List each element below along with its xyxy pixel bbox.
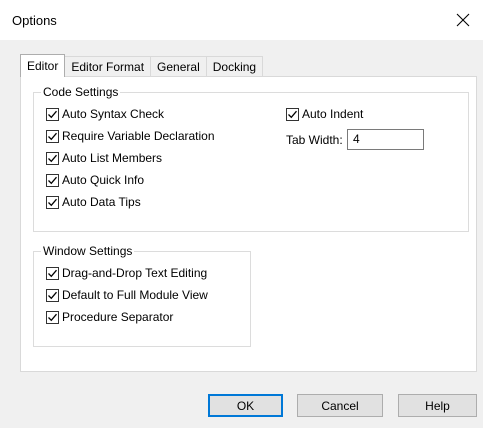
window-title: Options — [12, 13, 57, 28]
tab-editor-format[interactable]: Editor Format — [64, 56, 152, 76]
checkmark-icon — [46, 129, 59, 143]
tab-panel-editor: Code Settings Auto Syntax Check Require … — [20, 76, 477, 372]
checkmark-icon — [286, 107, 299, 121]
require-variable-declaration-checkbox[interactable]: Require Variable Declaration — [46, 127, 215, 145]
window-settings-legend: Window Settings — [41, 244, 135, 258]
drag-drop-text-editing-checkbox[interactable]: Drag-and-Drop Text Editing — [46, 264, 207, 282]
dialog-client: Editor Editor Format General Docking Cod… — [0, 40, 483, 428]
close-button[interactable] — [443, 0, 483, 40]
checkmark-icon — [46, 107, 59, 121]
tab-docking[interactable]: Docking — [205, 56, 264, 76]
checkbox-label: Auto Quick Info — [62, 173, 145, 187]
tab-editor[interactable]: Editor — [20, 54, 66, 77]
tab-width-label: Tab Width: — [286, 133, 343, 147]
default-full-module-view-checkbox[interactable]: Default to Full Module View — [46, 286, 208, 304]
code-settings-legend: Code Settings — [41, 85, 121, 99]
checkmark-icon — [46, 288, 59, 302]
close-icon — [456, 13, 470, 27]
checkmark-icon — [46, 151, 59, 165]
checkbox-label: Default to Full Module View — [62, 288, 208, 302]
checkbox-label: Require Variable Declaration — [62, 129, 215, 143]
ok-button[interactable]: OK — [208, 394, 283, 417]
checkbox-label: Auto Indent — [302, 107, 364, 121]
help-button[interactable]: Help — [398, 394, 477, 417]
auto-syntax-check-checkbox[interactable]: Auto Syntax Check — [46, 105, 164, 123]
tab-strip: Editor Editor Format General Docking — [20, 54, 264, 77]
auto-data-tips-checkbox[interactable]: Auto Data Tips — [46, 193, 141, 211]
checkbox-label: Procedure Separator — [62, 310, 174, 324]
auto-list-members-checkbox[interactable]: Auto List Members — [46, 149, 162, 167]
tab-width-input[interactable]: 4 — [347, 129, 424, 150]
checkmark-icon — [46, 173, 59, 187]
checkbox-label: Auto Data Tips — [62, 195, 141, 209]
code-settings-group: Code Settings Auto Syntax Check Require … — [33, 85, 469, 232]
checkmark-icon — [46, 310, 59, 324]
checkmark-icon — [46, 266, 59, 280]
title-bar: Options — [0, 0, 483, 40]
auto-indent-checkbox[interactable]: Auto Indent — [286, 105, 363, 123]
checkbox-label: Drag-and-Drop Text Editing — [62, 266, 208, 280]
procedure-separator-checkbox[interactable]: Procedure Separator — [46, 308, 173, 326]
auto-quick-info-checkbox[interactable]: Auto Quick Info — [46, 171, 144, 189]
checkbox-label: Auto Syntax Check — [62, 107, 165, 121]
window-settings-group: Window Settings Drag-and-Drop Text Editi… — [33, 244, 251, 347]
checkbox-label: Auto List Members — [62, 151, 163, 165]
tab-general[interactable]: General — [150, 56, 207, 76]
checkmark-icon — [46, 195, 59, 209]
cancel-button[interactable]: Cancel — [297, 394, 383, 417]
